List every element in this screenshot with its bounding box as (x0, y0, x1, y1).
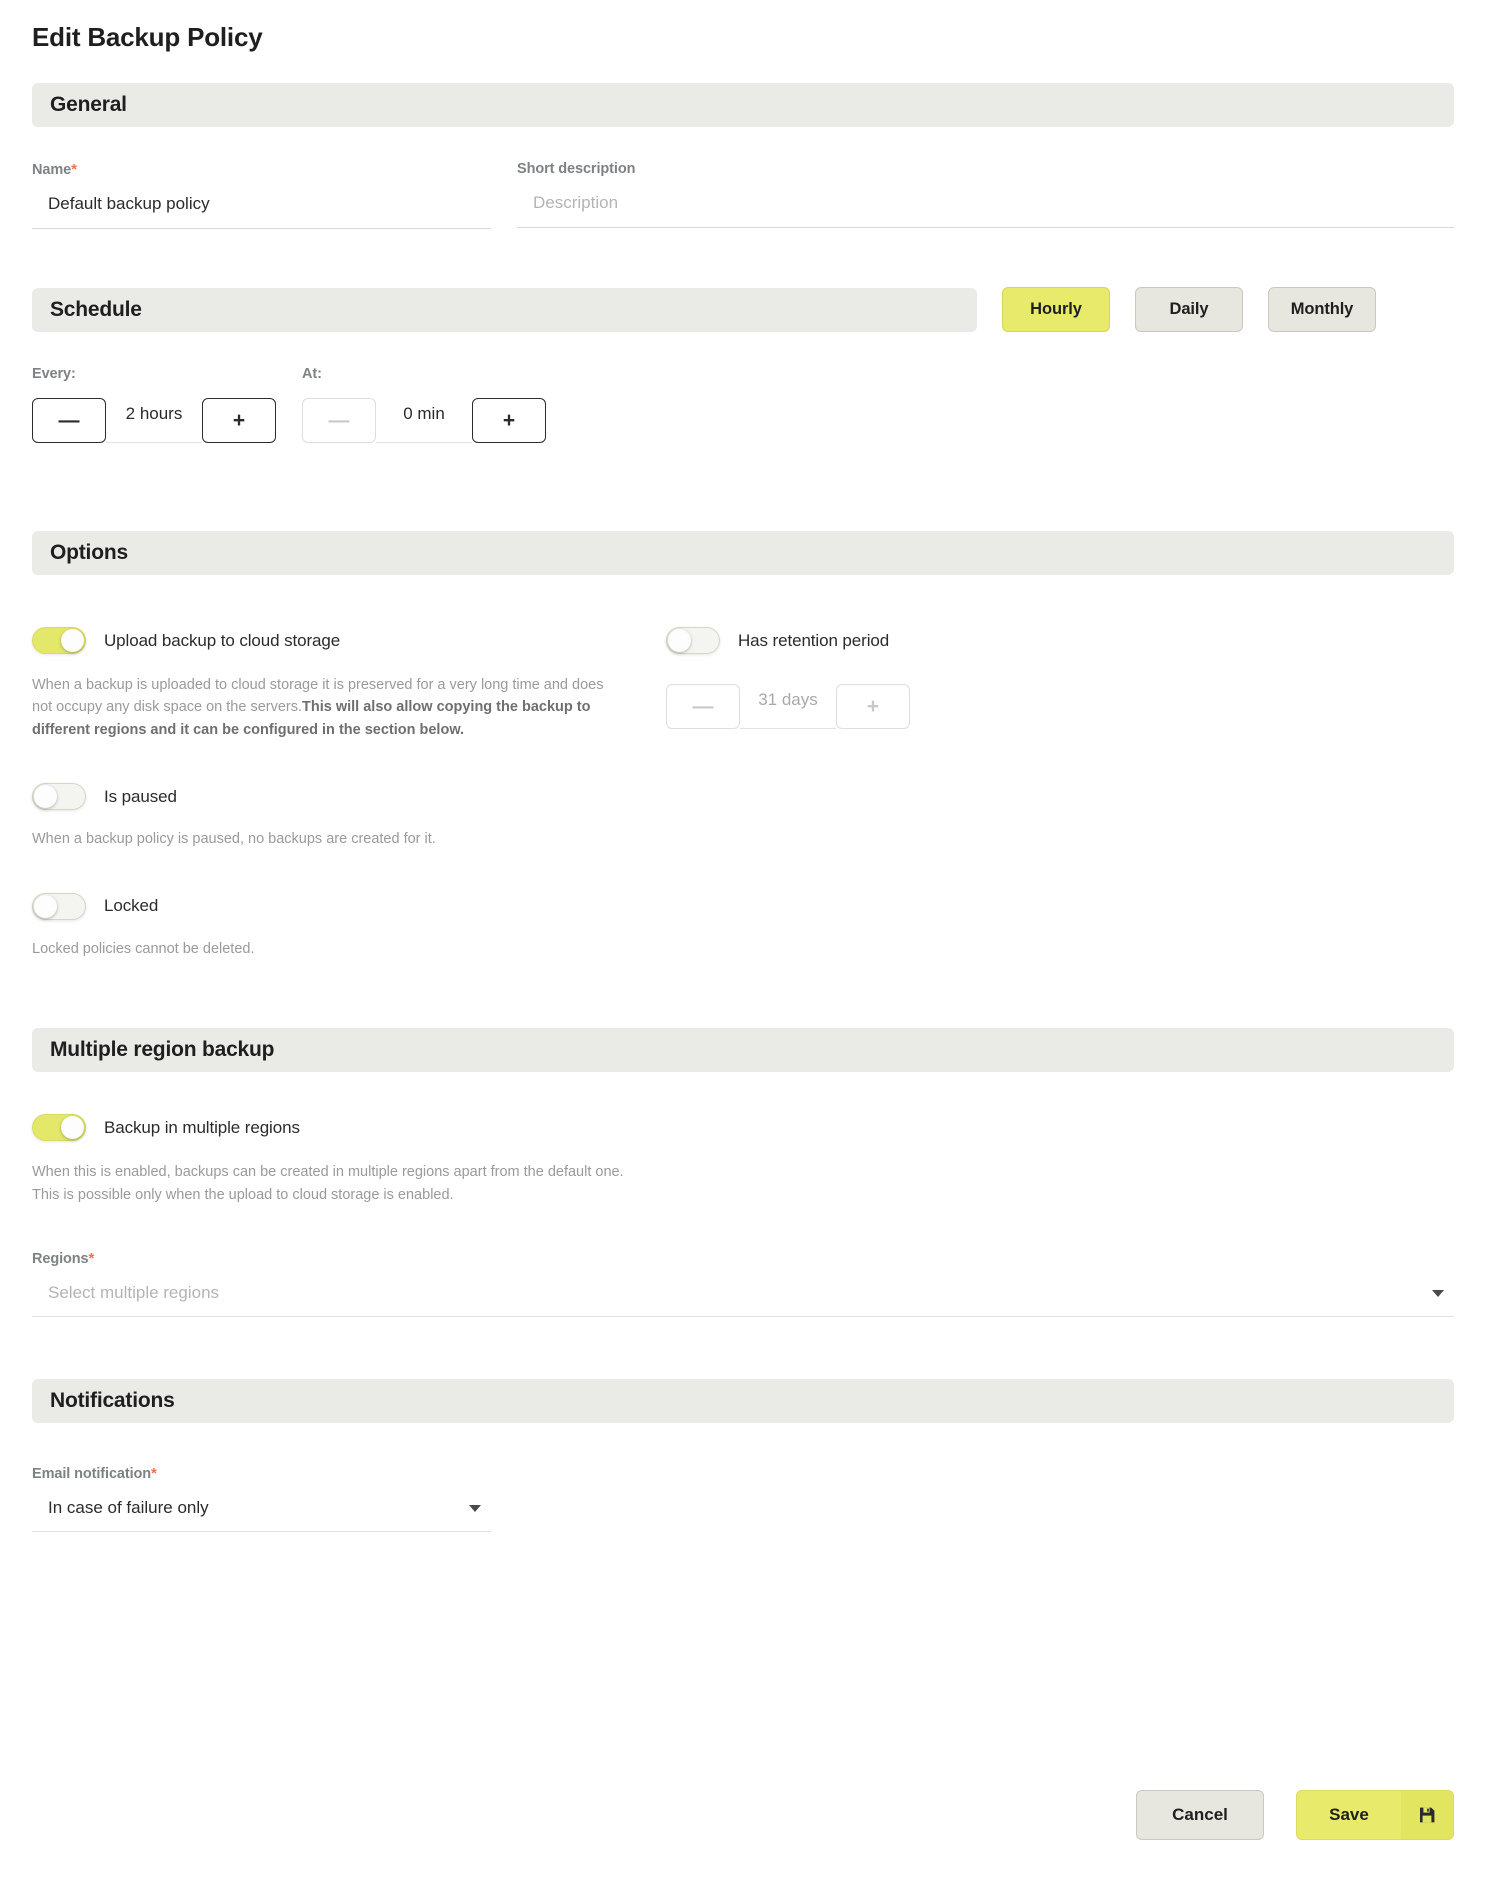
locked-toggle-row: Locked (32, 892, 640, 920)
multi-region-help-line2: This is possible only when the upload to… (32, 1186, 454, 1203)
section-title-multiple-region: Multiple region backup (50, 1038, 275, 1062)
toggle-knob (34, 785, 57, 809)
every-value: 2 hours (106, 398, 202, 443)
section-title-options: Options (50, 541, 128, 564)
options-grid: Upload backup to cloud storage When a ba… (32, 627, 1454, 960)
section-header-options: Options (32, 531, 1454, 575)
options-right-column: Has retention period — 31 days + (666, 627, 1454, 960)
toggle-knob (61, 629, 84, 652)
general-fields: Name* Short description (32, 161, 1454, 229)
at-stepper-group: At: — 0 min + (302, 366, 546, 443)
options-left-column: Upload backup to cloud storage When a ba… (32, 627, 640, 960)
section-header-schedule: Schedule (32, 287, 977, 332)
toggle-knob (61, 1116, 84, 1140)
tab-hourly[interactable]: Hourly (1002, 287, 1110, 332)
save-button[interactable]: Save (1296, 1790, 1454, 1840)
schedule-steppers: Every: — 2 hours + At: — 0 min + (32, 366, 1454, 443)
toggle-knob (34, 894, 57, 918)
has-retention-period-toggle[interactable] (666, 627, 720, 654)
every-increment-button[interactable]: + (202, 398, 276, 443)
short-description-field-group: Short description (517, 161, 1454, 229)
name-input[interactable] (32, 194, 491, 229)
chevron-down-icon (1432, 1289, 1444, 1297)
email-notification-field-group: Email notification* In case of failure o… (32, 1465, 491, 1533)
retention-value: 31 days (740, 684, 836, 729)
paused-toggle-row: Is paused (32, 783, 640, 811)
every-decrement-button[interactable]: — (32, 398, 106, 443)
regions-label: Regions* (32, 1250, 95, 1268)
cancel-button[interactable]: Cancel (1136, 1790, 1264, 1840)
name-field-group: Name* (32, 161, 491, 229)
locked-help-text: Locked policies cannot be deleted. (32, 940, 255, 957)
every-stepper-group: Every: — 2 hours + (32, 366, 276, 443)
section-header-multiple-region: Multiple region backup (32, 1028, 1454, 1073)
multi-region-toggle-row: Backup in multiple regions (32, 1114, 1454, 1142)
section-title-general: General (50, 93, 127, 116)
is-paused-label: Is paused (104, 786, 177, 806)
retention-increment-button[interactable]: + (836, 684, 910, 729)
retention-stepper-group: — 31 days + (666, 684, 1454, 729)
edit-backup-policy-page: Edit Backup Policy General Name* Short d… (0, 0, 1486, 1882)
email-notification-select[interactable]: In case of failure only (32, 1498, 491, 1533)
schedule-header-row: Schedule Hourly Daily Monthly (32, 287, 1454, 332)
name-label: Name* (32, 161, 77, 178)
upload-help-text: When a backup is uploaded to cloud stora… (32, 677, 604, 738)
backup-multiple-regions-toggle[interactable] (32, 1114, 86, 1142)
has-retention-period-label: Has retention period (738, 630, 890, 650)
backup-multiple-regions-label: Backup in multiple regions (104, 1117, 300, 1137)
section-title-notifications: Notifications (50, 1389, 175, 1413)
at-label: At: (302, 366, 322, 382)
upload-backup-toggle[interactable] (32, 627, 86, 654)
chevron-down-icon (469, 1504, 481, 1512)
every-label: Every: (32, 366, 76, 382)
locked-toggle[interactable] (32, 892, 86, 920)
email-notification-label: Email notification* (32, 1465, 157, 1483)
required-marker: * (88, 1250, 95, 1268)
regions-select[interactable]: Select multiple regions (32, 1283, 1454, 1318)
required-marker: * (71, 161, 77, 178)
page-title: Edit Backup Policy (32, 22, 263, 52)
upload-toggle-row: Upload backup to cloud storage (32, 627, 640, 654)
floppy-disk-icon (1401, 1791, 1453, 1839)
email-notification-value: In case of failure only (48, 1498, 209, 1518)
section-header-general: General (32, 83, 1454, 127)
at-decrement-button[interactable]: — (302, 398, 376, 443)
upload-backup-label: Upload backup to cloud storage (104, 630, 341, 650)
retention-toggle-row: Has retention period (666, 627, 1454, 654)
short-description-label: Short description (517, 161, 636, 177)
short-description-input[interactable] (517, 193, 1454, 228)
locked-label: Locked (104, 896, 159, 916)
paused-help-text: When a backup policy is paused, no backu… (32, 831, 436, 848)
multi-region-help-line1: When this is enabled, backups can be cre… (32, 1164, 624, 1181)
is-paused-toggle[interactable] (32, 783, 86, 811)
toggle-knob (668, 629, 691, 652)
regions-select-value: Select multiple regions (48, 1283, 220, 1303)
footer-actions: Cancel Save (1136, 1790, 1454, 1840)
regions-field-group: Regions* Select multiple regions (32, 1250, 1454, 1318)
retention-decrement-button[interactable]: — (666, 684, 740, 729)
at-value: 0 min (376, 398, 472, 443)
section-header-notifications: Notifications (32, 1379, 1454, 1424)
save-button-label: Save (1329, 1805, 1369, 1824)
required-marker: * (151, 1465, 157, 1483)
at-increment-button[interactable]: + (472, 398, 546, 443)
tab-monthly[interactable]: Monthly (1268, 287, 1376, 332)
section-title-schedule: Schedule (50, 297, 142, 321)
tab-daily[interactable]: Daily (1135, 287, 1243, 332)
